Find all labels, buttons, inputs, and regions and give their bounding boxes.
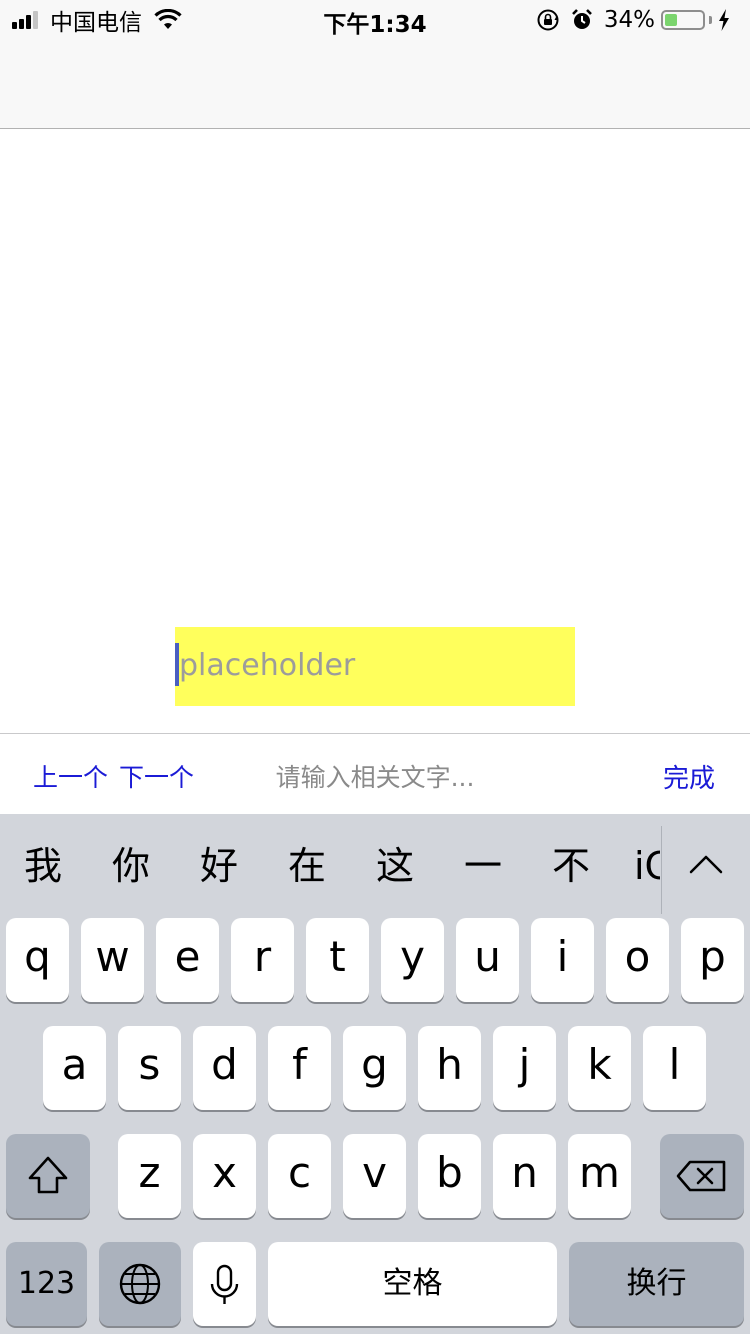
candidate-bar: 我 你 好 在 这 一 不 iC — [0, 814, 750, 914]
key-p[interactable]: p — [681, 918, 744, 1002]
key-h[interactable]: h — [418, 1026, 481, 1110]
chevron-up-icon[interactable] — [686, 846, 726, 886]
key-l[interactable]: l — [643, 1026, 706, 1110]
charging-icon — [719, 9, 729, 31]
text-input-field[interactable]: placeholder — [175, 627, 575, 706]
candidate-word[interactable]: 这 — [365, 838, 425, 894]
status-bar: 中国电信 下午1:34 34% — [0, 0, 750, 40]
space-key[interactable]: 空格 — [268, 1242, 557, 1326]
globe-key[interactable] — [99, 1242, 181, 1326]
shift-key[interactable] — [6, 1134, 90, 1218]
candidate-word[interactable]: iC — [634, 838, 660, 894]
input-accessory-toolbar: 上一个 下一个 请输入相关文字... 完成 — [0, 733, 750, 815]
candidate-word[interactable]: 你 — [101, 838, 161, 894]
battery-percent: 34% — [603, 7, 655, 33]
key-t[interactable]: t — [306, 918, 369, 1002]
key-c[interactable]: c — [268, 1134, 331, 1218]
input-placeholder: placeholder — [179, 648, 356, 683]
shift-icon — [28, 1156, 68, 1194]
candidate-word[interactable]: 我 — [13, 838, 73, 894]
backspace-icon — [676, 1160, 726, 1192]
orientation-lock-icon — [537, 9, 559, 31]
toolbar-hint: 请输入相关文字... — [275, 763, 475, 792]
key-g[interactable]: g — [343, 1026, 406, 1110]
candidate-word[interactable]: 一 — [453, 838, 513, 894]
key-n[interactable]: n — [493, 1134, 556, 1218]
microphone-icon — [210, 1264, 239, 1304]
candidate-word[interactable]: 好 — [189, 838, 249, 894]
key-s[interactable]: s — [118, 1026, 181, 1110]
key-v[interactable]: v — [343, 1134, 406, 1218]
key-a[interactable]: a — [43, 1026, 106, 1110]
key-z[interactable]: z — [118, 1134, 181, 1218]
dictation-key[interactable] — [193, 1242, 256, 1326]
key-q[interactable]: q — [6, 918, 69, 1002]
candidate-divider — [661, 826, 662, 914]
delete-key[interactable] — [660, 1134, 744, 1218]
alarm-icon — [571, 9, 592, 29]
key-b[interactable]: b — [418, 1134, 481, 1218]
battery-icon — [661, 10, 705, 30]
key-u[interactable]: u — [456, 918, 519, 1002]
return-key[interactable]: 换行 — [569, 1242, 744, 1326]
key-w[interactable]: w — [81, 918, 144, 1002]
keyboard: 我 你 好 在 这 一 不 iC q w e r t y u i o p a s… — [0, 814, 750, 1334]
key-k[interactable]: k — [568, 1026, 631, 1110]
numbers-key[interactable]: 123 — [6, 1242, 87, 1326]
key-o[interactable]: o — [606, 918, 669, 1002]
key-x[interactable]: x — [193, 1134, 256, 1218]
key-f[interactable]: f — [268, 1026, 331, 1110]
key-m[interactable]: m — [568, 1134, 631, 1218]
key-d[interactable]: d — [193, 1026, 256, 1110]
navigation-bar — [0, 40, 750, 129]
globe-icon — [119, 1263, 161, 1305]
key-y[interactable]: y — [381, 918, 444, 1002]
done-button[interactable]: 完成 — [663, 758, 715, 795]
key-e[interactable]: e — [156, 918, 219, 1002]
key-r[interactable]: r — [231, 918, 294, 1002]
battery-nub — [709, 16, 712, 24]
candidate-word[interactable]: 不 — [541, 838, 601, 894]
candidate-word[interactable]: 在 — [277, 838, 337, 894]
key-j[interactable]: j — [493, 1026, 556, 1110]
key-i[interactable]: i — [531, 918, 594, 1002]
